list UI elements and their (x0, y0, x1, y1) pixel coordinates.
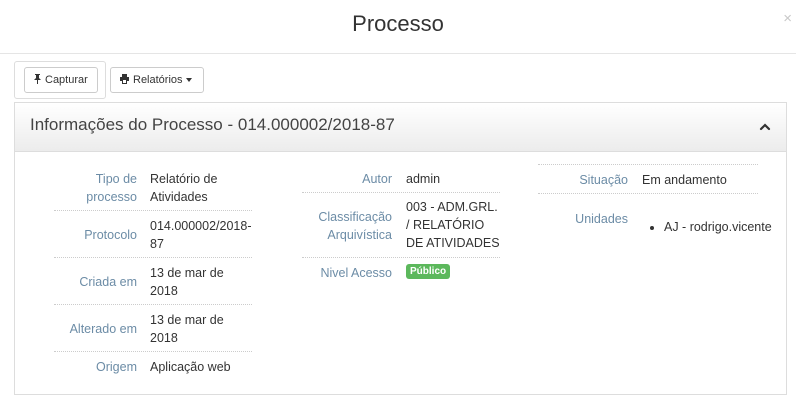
nivel-label: Nivel Acesso (320, 266, 392, 280)
alterado-label: Alterado em (69, 322, 137, 336)
situacao-label: Situação (579, 173, 628, 187)
classificacao-value: 003 - ADM.GRL. / RELATÓRIO DE ATIVIDADES (406, 200, 500, 250)
close-icon[interactable]: × (783, 10, 792, 27)
relatorios-label: Relatórios (133, 74, 183, 86)
capturar-label: Capturar (45, 74, 88, 86)
unidades-label: Unidades (575, 212, 628, 226)
list-item: AJ - rodrigo.vicente (664, 218, 772, 236)
modal-header: Processo × (0, 0, 796, 54)
origem-value: Aplicação web (150, 360, 231, 374)
autor-value: admin (406, 172, 441, 186)
criada-value: 13 de mar de 2018 (150, 266, 224, 298)
pin-icon (33, 73, 42, 87)
tipo-label: Tipo de processo (86, 172, 137, 204)
printer-icon (119, 73, 130, 87)
criada-label: Criada em (79, 275, 137, 289)
alterado-value: 13 de mar de 2018 (150, 313, 224, 345)
autor-label: Autor (362, 172, 392, 186)
capturar-button[interactable]: Capturar (24, 67, 98, 93)
protocolo-value: 014.000002/2018-87 (150, 219, 252, 251)
publico-badge: Público (406, 264, 451, 279)
panel-heading[interactable]: Informações do Processo - 014.000002/201… (15, 103, 786, 152)
origem-label: Origem (96, 360, 137, 374)
protocolo-label: Protocolo (84, 228, 137, 242)
relatorios-button[interactable]: Relatórios (110, 67, 204, 93)
classificacao-label: Classificação Arquivística (318, 210, 392, 242)
chevron-up-icon[interactable] (759, 121, 771, 133)
caret-down-icon (185, 78, 192, 82)
modal-title: Processo (352, 11, 444, 36)
nivel-badge: Público (406, 261, 451, 279)
situacao-value: Em andamento (642, 173, 727, 187)
unidades-list: AJ - rodrigo.vicente (648, 218, 772, 236)
tipo-value: Relatório de Atividades (150, 172, 218, 204)
panel-title: Informações do Processo - 014.000002/201… (30, 115, 395, 134)
